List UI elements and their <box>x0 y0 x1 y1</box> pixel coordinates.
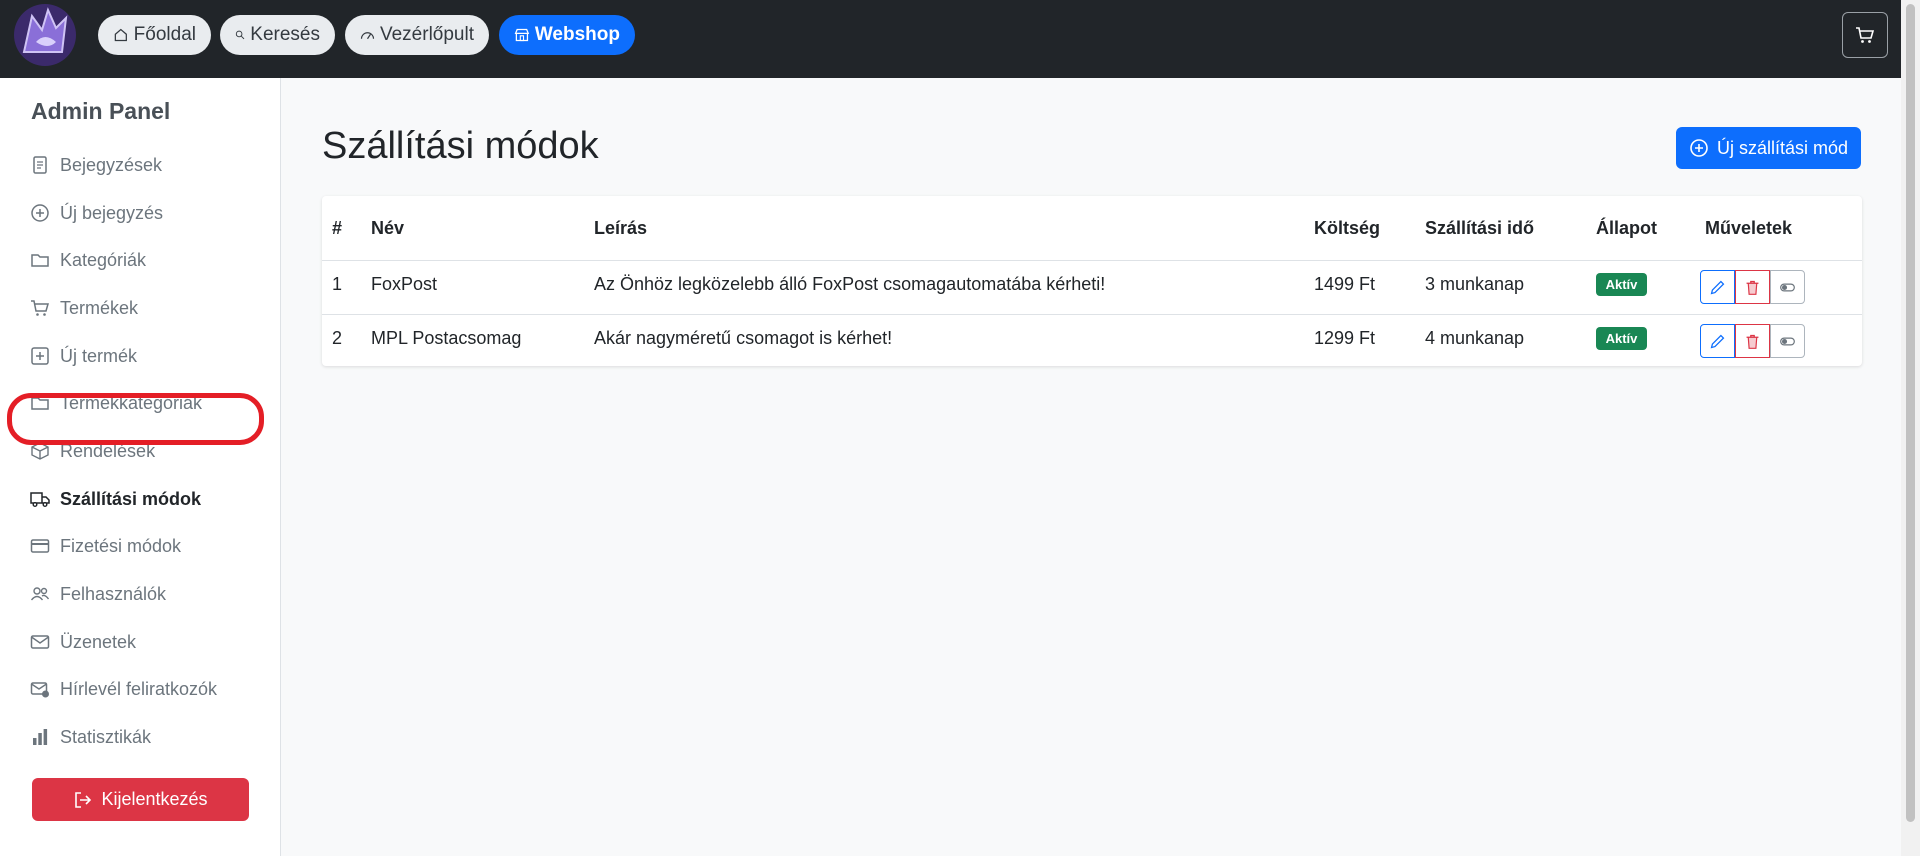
logout-icon <box>75 791 92 808</box>
toggle-status-button[interactable] <box>1770 270 1805 304</box>
shop-icon <box>514 28 530 42</box>
pencil-icon <box>1710 334 1725 348</box>
column-header-description: Leírás <box>594 218 648 238</box>
sidebar-item-label: Hírlevél feliratkozók <box>60 678 218 699</box>
nav-search-button[interactable]: Keresés <box>220 15 335 55</box>
cart-icon <box>31 300 49 316</box>
status-badge: Aktív <box>1596 273 1647 296</box>
trash-icon <box>1746 334 1759 349</box>
trash-icon <box>1746 280 1759 295</box>
scrollbar-thumb[interactable] <box>1906 4 1915 822</box>
sidebar-item-label: Bejegyzések <box>60 154 163 175</box>
toggle-icon <box>1780 337 1795 345</box>
row-cost: 1299 Ft <box>1314 328 1376 348</box>
nav-webshop-button[interactable]: Webshop <box>499 15 635 55</box>
row-actions <box>1700 270 1807 304</box>
dashboard-icon <box>360 32 375 40</box>
row-description: Az Önhöz legközelebb álló FoxPost csomag… <box>594 274 1106 294</box>
row-description: Akár nagyméretű csomagot is kérhet! <box>594 328 893 348</box>
row-name: FoxPost <box>371 274 438 294</box>
logout-label: Kijelentkezés <box>101 789 208 809</box>
sidebar-item-label: Kategóriák <box>60 249 147 270</box>
envelope-check-icon <box>30 682 49 698</box>
sidebar-item-newsletter-subscribers[interactable]: Hírlevél feliratkozók <box>30 674 217 704</box>
admin-sidebar: Admin Panel Bejegyzések Új bejegyzés Kat… <box>0 78 281 856</box>
pencil-icon <box>1710 280 1725 294</box>
wolf-logo-icon[interactable] <box>12 2 78 68</box>
row-id: 1 <box>332 274 343 294</box>
sidebar-item-products[interactable]: Termékek <box>30 293 138 323</box>
column-header-id: # <box>332 218 343 238</box>
cart-button[interactable] <box>1842 12 1888 58</box>
plus-circle-icon <box>1690 139 1708 157</box>
sidebar-item-new-product[interactable]: Új termék <box>30 341 137 371</box>
nav-dashboard-label: Vezérlőpult <box>379 24 474 45</box>
sidebar-title: Admin Panel <box>31 98 171 124</box>
sidebar-item-label: Üzenetek <box>60 631 137 652</box>
sidebar-item-new-post[interactable]: Új bejegyzés <box>30 198 163 228</box>
column-header-actions: Műveletek <box>1705 218 1793 238</box>
people-icon <box>30 587 50 601</box>
column-header-status: Állapot <box>1596 218 1657 238</box>
edit-button[interactable] <box>1700 324 1735 358</box>
sidebar-item-label: Termékek <box>60 297 139 318</box>
column-header-cost: Költség <box>1314 218 1381 238</box>
bar-chart-icon <box>33 729 48 745</box>
search-icon <box>235 30 245 40</box>
row-delivery-time: 3 munkanap <box>1425 274 1525 294</box>
document-icon <box>33 156 47 174</box>
sidebar-item-posts[interactable]: Bejegyzések <box>30 150 162 180</box>
credit-card-icon <box>30 539 50 553</box>
delete-button[interactable] <box>1735 324 1770 358</box>
truck-icon <box>30 492 50 507</box>
row-name: MPL Postacsomag <box>371 328 522 348</box>
row-divider <box>322 314 1862 315</box>
plus-circle-icon <box>31 204 49 222</box>
toggle-status-button[interactable] <box>1770 324 1805 358</box>
home-icon <box>114 28 127 42</box>
sidebar-item-payment-methods[interactable]: Fizetési módok <box>30 531 181 561</box>
sidebar-item-categories[interactable]: Kategóriák <box>30 245 146 275</box>
sidebar-item-label: Új bejegyzés <box>60 202 164 223</box>
header-divider <box>322 260 1862 261</box>
column-header-delivery-time: Szállítási idő <box>1425 218 1535 238</box>
sidebar-item-statistics[interactable]: Statisztikák <box>30 722 151 752</box>
row-actions <box>1700 324 1807 358</box>
row-delivery-time: 4 munkanap <box>1425 328 1525 348</box>
status-badge: Aktív <box>1596 327 1647 350</box>
sidebar-item-label: Új termék <box>60 345 138 366</box>
sidebar-item-shipping-methods[interactable]: Szállítási módok <box>30 484 201 514</box>
sidebar-item-messages[interactable]: Üzenetek <box>30 627 136 657</box>
page-scrollbar[interactable] <box>1901 0 1920 856</box>
cart-icon <box>1856 27 1875 43</box>
nav-search-label: Keresés <box>250 24 320 45</box>
row-id: 2 <box>332 328 343 348</box>
page-title: Szállítási módok <box>322 125 599 167</box>
envelope-icon <box>30 635 50 649</box>
row-cost: 1499 Ft <box>1314 274 1376 294</box>
delete-button[interactable] <box>1735 270 1770 304</box>
logout-button[interactable]: Kijelentkezés <box>32 778 249 821</box>
shipping-methods-table: # Név Leírás Költség Szállítási idő Álla… <box>322 196 1862 366</box>
sidebar-item-label: Szállítási módok <box>60 488 202 509</box>
new-shipping-method-button[interactable]: Új szállítási mód <box>1676 127 1861 169</box>
sidebar-item-label: Felhasználók <box>60 583 167 604</box>
sidebar-item-label: Statisztikák <box>60 726 152 747</box>
sidebar-item-users[interactable]: Felhasználók <box>30 579 166 609</box>
new-shipping-method-label: Új szállítási mód <box>1716 137 1849 158</box>
sidebar-item-label: Fizetési módok <box>60 535 182 556</box>
column-header-name: Név <box>371 218 405 238</box>
folder-icon <box>31 254 49 267</box>
edit-button[interactable] <box>1700 270 1735 304</box>
plus-square-icon <box>31 347 49 365</box>
top-navbar: Főoldal Keresés Vezérlőpult Webshop <box>0 0 1901 78</box>
nav-webshop-label: Webshop <box>534 24 620 45</box>
nav-home-button[interactable]: Főoldal <box>98 15 211 55</box>
nav-home-label: Főoldal <box>133 24 196 45</box>
annotation-highlight <box>7 393 264 445</box>
nav-dashboard-button[interactable]: Vezérlőpult <box>345 15 489 55</box>
toggle-icon <box>1780 283 1795 291</box>
